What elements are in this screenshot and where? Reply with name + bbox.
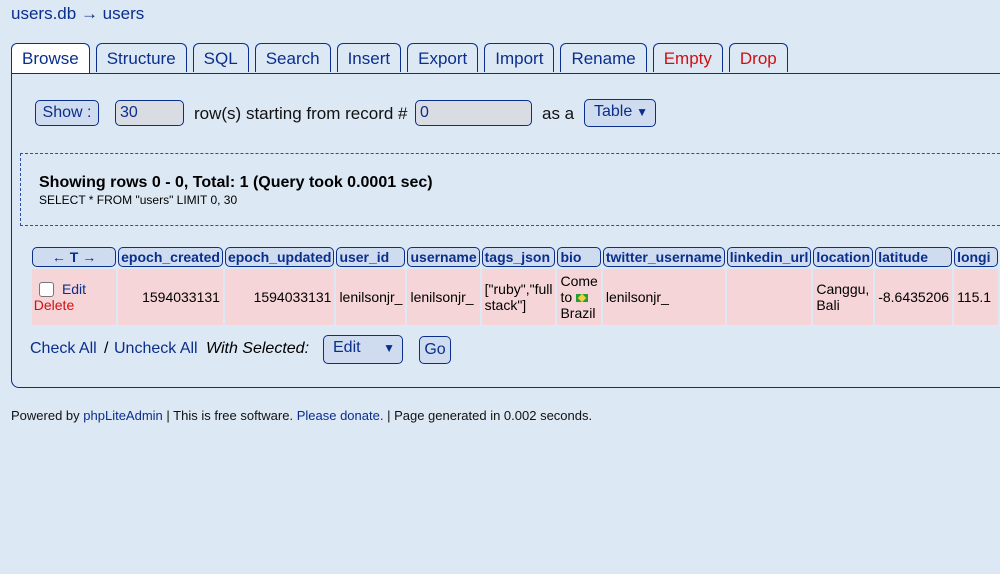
uncheck-all-link[interactable]: Uncheck All [114, 340, 198, 358]
bulk-action-select[interactable]: Edit ▼ [323, 335, 403, 364]
rows-text: row(s) starting from record # [194, 104, 408, 123]
bulk-separator: / [104, 340, 109, 357]
row-checkbox[interactable] [38, 282, 54, 298]
tab-insert[interactable]: Insert [336, 43, 402, 72]
tab-empty[interactable]: Empty [652, 43, 723, 72]
phpliteadmin-link[interactable]: phpLiteAdmin [83, 408, 163, 423]
chevron-down-icon: ▼ [383, 341, 395, 355]
header-twitter-username[interactable]: twitter_username [602, 247, 725, 267]
results-table: ← T → epoch_created epoch_updated user_i… [30, 245, 1000, 327]
header-bio[interactable]: bio [557, 247, 601, 267]
cell-user-id: lenilsonjr_ [336, 269, 406, 325]
cell-twitter-username: lenilsonjr_ [602, 269, 725, 325]
footer: Powered by phpLiteAdmin | This is free s… [11, 408, 592, 423]
footer-generated: | Page generated in 0.002 seconds. [387, 408, 593, 423]
tab-export[interactable]: Export [407, 43, 479, 72]
column-toggle-header[interactable]: ← T → [32, 247, 117, 267]
with-selected-label: With Selected: [206, 340, 310, 357]
row-delete-link[interactable]: Delete [32, 297, 76, 313]
row-checkbox-cell [32, 281, 60, 298]
header-epoch-updated[interactable]: epoch_updated [224, 247, 335, 267]
start-record-input[interactable]: 0 [415, 100, 532, 126]
tab-drop[interactable]: Drop [728, 43, 788, 72]
cell-tags-json: ["ruby","full stack"] [481, 269, 556, 325]
breadcrumb-table-link[interactable]: users [103, 4, 145, 23]
table-row: EditDelete 1594033131 1594033131 lenilso… [32, 269, 998, 325]
tab-search[interactable]: Search [254, 43, 331, 72]
footer-free-text: | This is free software. [166, 408, 294, 423]
cell-linkedin-url [726, 269, 812, 325]
view-type-value: Table [594, 103, 633, 120]
bio-line-1: Come [560, 273, 598, 289]
footer-powered: Powered by [11, 408, 80, 423]
cell-location: Canggu, Bali [813, 269, 874, 325]
rows-count-input[interactable]: 30 [115, 100, 184, 126]
brazil-flag-icon [576, 294, 589, 303]
check-all-link[interactable]: Check All [30, 340, 97, 358]
tab-bar: Browse Structure SQL Search Insert Expor… [11, 43, 794, 75]
header-user-id[interactable]: user_id [336, 247, 406, 267]
bio-line-3: Brazil [560, 305, 596, 321]
tab-import[interactable]: Import [484, 43, 555, 72]
view-type-select[interactable]: Table ▼ [584, 99, 656, 127]
tab-structure[interactable]: Structure [95, 43, 187, 72]
header-linkedin-url[interactable]: linkedin_url [726, 247, 812, 267]
row-edit-link[interactable]: Edit [60, 281, 88, 297]
header-username[interactable]: username [407, 247, 480, 267]
breadcrumb-arrow: → [80, 4, 98, 23]
cell-epoch-created: 1594033131 [118, 269, 223, 325]
query-sql: SELECT * FROM "users" LIMIT 0, 30 [39, 193, 238, 207]
as-a-text: as a [542, 104, 575, 123]
result-summary: Showing rows 0 - 0, Total: 1 (Query took… [39, 174, 433, 191]
breadcrumb-db-link[interactable]: users.db [11, 4, 76, 23]
cell-latitude: -8.6435206 [875, 269, 953, 325]
tab-browse[interactable]: Browse [11, 43, 90, 75]
cell-username: lenilsonjr_ [407, 269, 480, 325]
header-epoch-created[interactable]: epoch_created [118, 247, 223, 267]
show-button[interactable]: Show : [35, 100, 99, 126]
go-button[interactable]: Go [419, 336, 451, 364]
bulk-action-value: Edit [333, 339, 361, 356]
chevron-down-icon: ▼ [636, 105, 648, 119]
cell-bio: Come to Brazil [557, 269, 601, 325]
cell-longitude: 115.1 [954, 269, 998, 325]
donate-link[interactable]: Please donate. [297, 408, 384, 423]
header-location[interactable]: location [813, 247, 874, 267]
header-latitude[interactable]: latitude [875, 247, 953, 267]
breadcrumb: users.db → users [11, 4, 144, 24]
table-header-row: ← T → epoch_created epoch_updated user_i… [32, 247, 998, 267]
tab-sql[interactable]: SQL [192, 43, 249, 72]
header-tags-json[interactable]: tags_json [481, 247, 556, 267]
bio-line-2: to [560, 289, 573, 305]
cell-epoch-updated: 1594033131 [224, 269, 335, 325]
query-info-box: Showing rows 0 - 0, Total: 1 (Query took… [20, 153, 1000, 226]
tab-rename[interactable]: Rename [560, 43, 647, 72]
header-longitude[interactable]: longi [954, 247, 998, 267]
row-actions-cell: EditDelete [32, 269, 117, 325]
